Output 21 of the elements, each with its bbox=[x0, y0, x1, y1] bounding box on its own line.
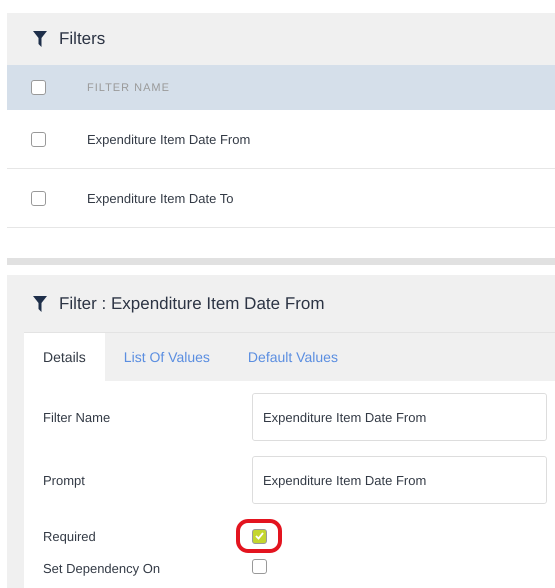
checkbox[interactable] bbox=[31, 80, 46, 95]
filter-icon bbox=[33, 31, 47, 47]
field-label: Set Dependency On bbox=[43, 560, 162, 576]
checkbox[interactable] bbox=[252, 528, 266, 544]
field-label: Prompt bbox=[43, 472, 86, 488]
field-label: Required bbox=[43, 528, 97, 544]
input-field[interactable]: Expenditure Item Date From bbox=[252, 393, 547, 441]
panel-title: Filter : Expenditure Item Date From bbox=[59, 294, 324, 314]
column-header: FILTER NAME bbox=[87, 82, 170, 94]
check-icon bbox=[254, 532, 264, 540]
filter-name[interactable]: Expenditure Item Date From bbox=[87, 132, 250, 146]
tab[interactable]: Details bbox=[24, 333, 105, 381]
checkbox[interactable] bbox=[252, 559, 267, 574]
panel-title: Filters bbox=[59, 29, 106, 49]
checkbox[interactable] bbox=[31, 132, 46, 146]
scrollbar[interactable] bbox=[7, 258, 555, 265]
input-field[interactable]: Expenditure Item Date From bbox=[252, 456, 547, 504]
field-label: Filter Name bbox=[43, 410, 112, 424]
filter-name[interactable]: Expenditure Item Date To bbox=[87, 190, 234, 206]
checkbox[interactable] bbox=[31, 190, 46, 206]
filter-icon bbox=[33, 296, 47, 312]
